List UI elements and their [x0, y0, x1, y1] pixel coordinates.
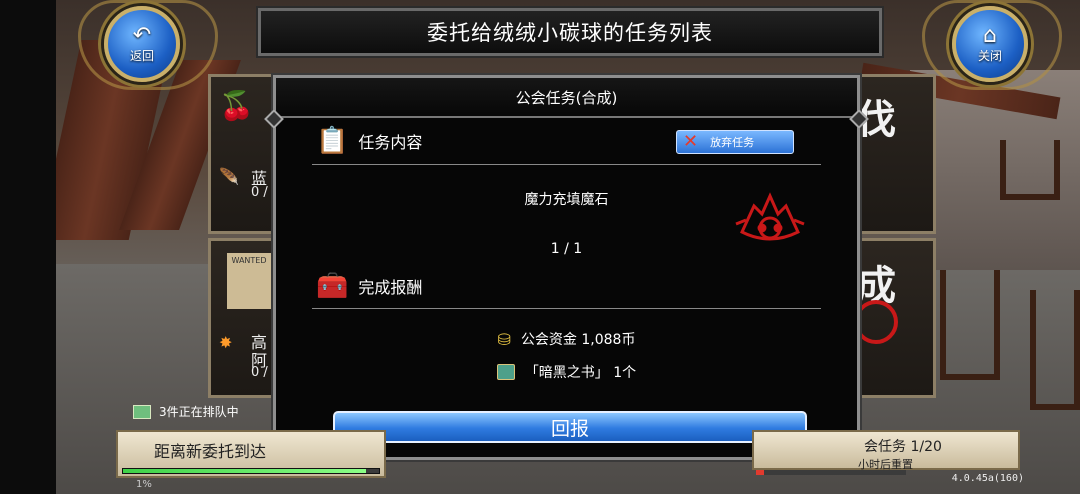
quest-dialog: 公会任务(合成) 📋 任务内容 ✕ 放弃任务 魔力充填魔石 1 / 1 🧰 完成… [264, 73, 869, 462]
abandon-label: 放弃任务 [710, 136, 755, 149]
guild-task-text: 会任务 1/20 [864, 439, 942, 455]
feather-icon: 🪶 [219, 167, 239, 186]
close-label: 关闭 [977, 48, 1002, 63]
coin-icon: ⛁ [497, 329, 511, 349]
divider [312, 164, 821, 165]
spark-icon: ✸ [219, 333, 233, 352]
close-button[interactable]: ⌂ 关闭 [952, 6, 1028, 82]
task-card-progress: 0 / [251, 185, 268, 200]
screen-edge [0, 0, 56, 494]
clipboard-icon: 📋 [316, 126, 349, 156]
content-section-title: 任务内容 [358, 133, 423, 152]
reward-label: 「暗黑之书」 1个 [524, 365, 637, 381]
book-icon [496, 364, 515, 380]
back-button[interactable]: ↶ 返回 [104, 6, 180, 82]
reward-item: 「暗黑之书」 1个 [276, 362, 857, 382]
progress-fill [756, 470, 764, 475]
dialog-title-text: 公会任务(合成) [515, 88, 618, 107]
task-card-progress: 0 / [251, 365, 268, 380]
report-label: 回报 [550, 417, 589, 440]
holly-icon: 🍒 [219, 89, 254, 122]
progress-fill [123, 469, 367, 473]
task-card[interactable]: 成 [856, 238, 936, 398]
seal-stamp-icon [735, 192, 805, 241]
task-card[interactable]: 伐 [856, 74, 936, 234]
treasure-chest-icon: 🧰 [316, 271, 349, 301]
task-card[interactable]: 🍒 🪶 蓝 0 / [208, 74, 278, 234]
content-section-header: 📋 任务内容 [316, 126, 422, 156]
reward-label: 公会资金 1,088币 [520, 332, 636, 348]
guild-task-counter: 会任务 1/20 小时后重置 [752, 430, 1020, 471]
percent-text: 1% [136, 479, 152, 490]
page-title-text: 委托给绒绒小碳球的任务列表 [427, 21, 713, 45]
page-title: 委托给绒绒小碳球的任务列表 [256, 6, 884, 58]
return-arrow-icon: ↶ [132, 22, 152, 48]
progress-bar [756, 470, 906, 475]
task-card[interactable]: WANTED ✸ 高 阿 0 / [208, 238, 278, 398]
chair [1000, 140, 1060, 200]
queue-status: 3件正在排队中 [133, 403, 239, 420]
chair [1030, 290, 1080, 410]
report-button[interactable]: 回报 [333, 411, 807, 443]
reward-section-title: 完成报酬 [358, 278, 423, 297]
version-label: 4.0.45a(160) [951, 473, 1024, 484]
wanted-poster-icon: WANTED [227, 253, 271, 309]
reward-section-header: 🧰 完成报酬 [316, 271, 422, 301]
abandon-task-button[interactable]: ✕ 放弃任务 [676, 130, 794, 154]
scroll-icon [133, 404, 151, 419]
queue-text: 3件正在排队中 [159, 405, 239, 419]
new-request-text: 距离新委托到达 [154, 442, 267, 461]
dialog-title: 公会任务(合成) [276, 78, 857, 118]
back-label: 返回 [129, 48, 154, 63]
reward-item: ⛁ 公会资金 1,088币 [276, 329, 857, 349]
progress-bar [122, 468, 380, 474]
cross-icon: ✕ [683, 131, 699, 152]
seal-icon [856, 300, 898, 344]
home-icon: ⌂ [983, 22, 997, 48]
divider [312, 308, 821, 309]
chair [940, 270, 1000, 380]
